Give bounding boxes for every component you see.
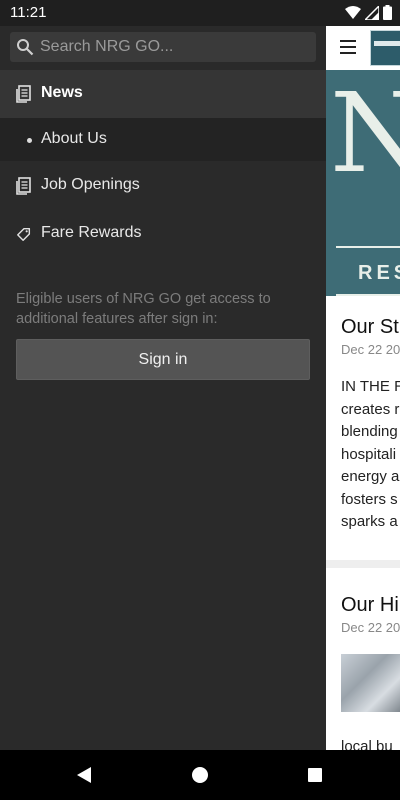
drawer-item-fare-rewards[interactable]: Fare Rewards — [0, 210, 326, 258]
drawer-item-about-us[interactable]: About Us — [0, 118, 326, 161]
news-content: N RES Our St Dec 22 20 IN THE R creates … — [326, 26, 400, 750]
app-toolbar — [326, 26, 400, 70]
document-icon — [16, 177, 31, 195]
article-excerpt: IN THE R creates r blending hospitali en… — [341, 378, 400, 530]
menu-icon[interactable] — [340, 40, 356, 54]
article-title[interactable]: Our St — [341, 316, 399, 339]
home-icon[interactable] — [192, 767, 208, 783]
battery-icon — [383, 5, 392, 20]
hero-text: RES — [358, 262, 400, 284]
hero-image: N RES — [326, 70, 400, 296]
brand-logo — [370, 30, 400, 66]
system-nav-bar — [0, 750, 400, 800]
hero-letter: N — [330, 69, 400, 197]
drawer-item-job-openings[interactable]: Job Openings — [0, 162, 326, 210]
drawer-item-label: News — [41, 84, 83, 101]
status-time: 11:21 — [10, 4, 47, 21]
tag-icon — [17, 227, 31, 241]
signin-note: Eligible users of NRG GO get access to a… — [16, 291, 271, 327]
drawer-item-label: Fare Rewards — [41, 224, 142, 241]
signal-icon — [365, 5, 379, 20]
bullet-icon — [27, 138, 32, 143]
article-date: Dec 22 20 — [341, 620, 400, 635]
wifi-icon — [345, 5, 361, 19]
article-date: Dec 22 20 — [341, 342, 400, 357]
drawer-item-news[interactable]: News — [0, 70, 326, 118]
search-icon — [17, 39, 34, 56]
document-icon — [16, 85, 31, 103]
sign-in-button[interactable]: Sign in — [16, 339, 310, 380]
back-icon[interactable] — [76, 767, 92, 783]
article-thumbnail[interactable] — [341, 654, 400, 712]
recents-icon[interactable] — [308, 768, 322, 782]
card-divider — [326, 560, 400, 568]
search-bar[interactable] — [10, 32, 316, 62]
status-icons — [345, 5, 392, 20]
search-input[interactable] — [40, 32, 310, 62]
article-title[interactable]: Our Hi — [341, 594, 399, 617]
status-bar: 11:21 — [0, 0, 400, 26]
navigation-drawer: News About Us Job Openings Fare Rewards … — [0, 26, 326, 750]
drawer-item-label: About Us — [41, 130, 107, 147]
drawer-item-label: Job Openings — [41, 176, 140, 193]
article-excerpt: local bu — [341, 738, 393, 750]
